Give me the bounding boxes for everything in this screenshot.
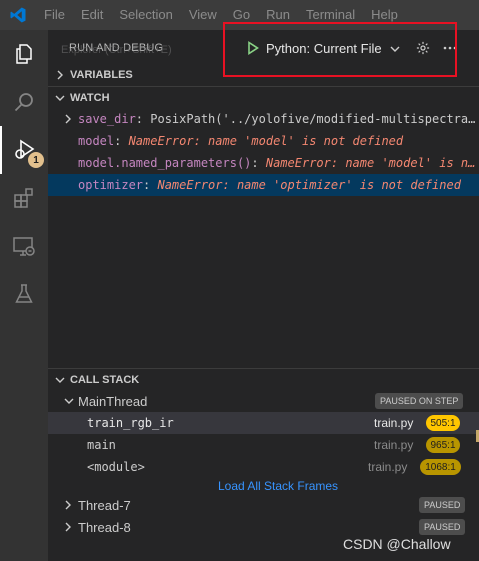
thread-7[interactable]: Thread-7 PAUSED xyxy=(48,494,479,516)
chevron-down-icon xyxy=(64,397,76,405)
gear-icon[interactable] xyxy=(414,39,432,57)
watch-section-header[interactable]: WATCH xyxy=(48,87,479,109)
menu-terminal[interactable]: Terminal xyxy=(298,0,363,30)
thread-status-badge: PAUSED xyxy=(419,519,466,535)
start-debugging-button[interactable] xyxy=(244,38,262,58)
thread-name: Thread-7 xyxy=(78,497,131,513)
more-actions-icon[interactable] xyxy=(440,39,460,57)
frame-name: <module> xyxy=(87,460,145,474)
watch-error-value: NameError: name 'model' is not defined xyxy=(128,134,404,148)
watch-separator: : xyxy=(251,156,266,170)
thread-status-badge: PAUSED xyxy=(419,497,466,513)
watch-error-value: NameError: name 'model' is n… xyxy=(265,156,476,170)
frame-file: train.py xyxy=(368,460,408,474)
frame-name: main xyxy=(87,438,116,452)
chevron-right-icon xyxy=(64,522,76,532)
title-bar: File Edit Selection View Go Run Terminal… xyxy=(0,0,479,30)
watch-error-value: NameError: name 'optimizer' is not defin… xyxy=(157,178,461,192)
watch-name: optimizer xyxy=(78,178,144,192)
watch-item-optimizer[interactable]: optimizer : NameError: name 'optimizer' … xyxy=(48,174,479,196)
watermark: CSDN @Challow xyxy=(343,536,451,552)
chevron-down-icon xyxy=(50,376,70,384)
menu-view[interactable]: View xyxy=(181,0,225,30)
chevron-right-icon xyxy=(64,500,76,510)
watch-item-named-parameters[interactable]: model.named_parameters() : NameError: na… xyxy=(48,152,479,174)
frame-line-badge: 965:1 xyxy=(426,437,460,453)
menu-go[interactable]: Go xyxy=(225,0,258,30)
thread-status-badge: PAUSED ON STEP xyxy=(375,393,464,409)
call-stack-title: CALL STACK xyxy=(70,374,140,386)
frame-name: train_rgb_ir xyxy=(87,416,174,430)
call-stack-section-header[interactable]: CALL STACK xyxy=(48,369,479,391)
watch-item-save-dir[interactable]: save_dir : PosixPath('../yolofive/modifi… xyxy=(48,108,479,130)
chevron-right-icon xyxy=(64,114,74,124)
watch-separator: : xyxy=(135,112,151,126)
load-all-stack-frames-link[interactable]: Load All Stack Frames xyxy=(218,479,338,493)
stack-frame-module[interactable]: <module> train.py 1068:1 xyxy=(48,456,479,478)
watch-name: save_dir xyxy=(78,112,136,126)
thread-main[interactable]: MainThread PAUSED ON STEP xyxy=(48,390,479,412)
thread-8[interactable]: Thread-8 PAUSED xyxy=(48,516,479,538)
watch-separator: : xyxy=(114,134,129,148)
frame-line-badge: 1068:1 xyxy=(420,459,461,475)
menu-file[interactable]: File xyxy=(36,0,73,30)
chevron-right-icon xyxy=(50,70,70,80)
run-debug-icon[interactable]: 1 xyxy=(0,126,48,174)
stack-frame-main[interactable]: main train.py 965:1 xyxy=(48,434,479,456)
explorer-icon[interactable] xyxy=(0,30,48,78)
watch-name: model.named_parameters() xyxy=(78,156,252,170)
variables-title: VARIABLES xyxy=(70,69,133,81)
variables-section-header[interactable]: VARIABLES xyxy=(48,64,479,86)
frame-file: train.py xyxy=(374,416,414,430)
menu-edit[interactable]: Edit xyxy=(73,0,111,30)
menu-help[interactable]: Help xyxy=(363,0,406,30)
thread-name: MainThread xyxy=(78,393,148,409)
thread-name: Thread-8 xyxy=(78,519,131,535)
explorer-tooltip-ghost: Explorer (Ctrl+Shift+E) xyxy=(61,44,172,56)
stack-frame-train-rgb-ir[interactable]: train_rgb_ir train.py 505:1 xyxy=(48,412,479,434)
watch-value: PosixPath('../yolofive/modified-multispe… xyxy=(150,112,476,126)
chevron-down-icon xyxy=(50,94,70,102)
menu-selection[interactable]: Selection xyxy=(111,0,180,30)
menu-run[interactable]: Run xyxy=(258,0,298,30)
launch-config-name[interactable]: Python: Current File xyxy=(266,41,382,56)
debug-sidebar: RUN AND DEBUG Explorer (Ctrl+Shift+E) Py… xyxy=(48,22,479,561)
chevron-down-icon[interactable] xyxy=(390,41,400,56)
extensions-icon[interactable] xyxy=(0,174,48,222)
debug-badge: 1 xyxy=(28,152,44,168)
watch-title: WATCH xyxy=(70,92,110,104)
testing-icon[interactable] xyxy=(0,270,48,318)
watch-separator: : xyxy=(143,178,158,192)
search-icon[interactable] xyxy=(0,78,48,126)
vscode-logo-icon xyxy=(0,0,36,30)
frame-file: train.py xyxy=(374,438,414,452)
frame-line-badge: 505:1 xyxy=(426,415,460,431)
launch-configuration-select[interactable]: Python: Current File xyxy=(244,37,400,59)
remote-explorer-icon[interactable] xyxy=(0,222,48,270)
watch-item-model[interactable]: model : NameError: name 'model' is not d… xyxy=(48,130,479,152)
watch-name: model xyxy=(78,134,115,148)
activity-bar: 1 xyxy=(0,30,48,561)
